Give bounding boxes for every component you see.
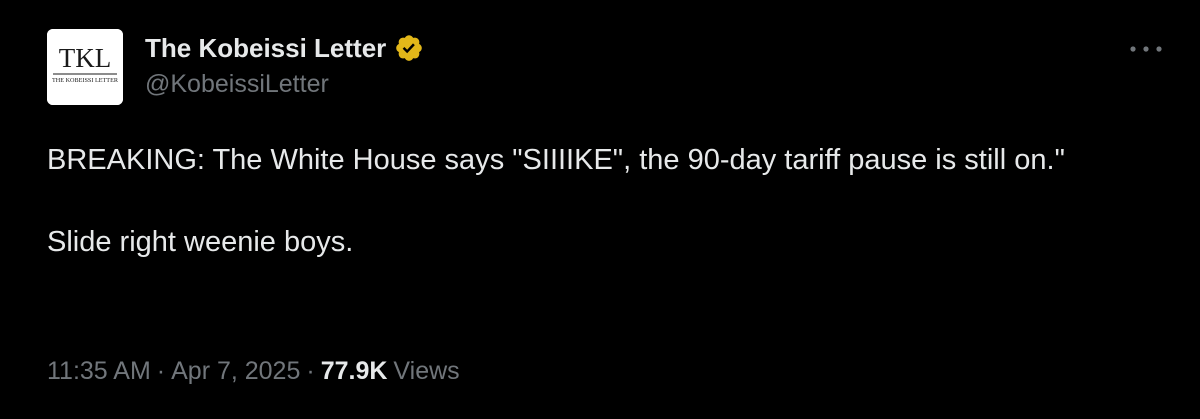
avatar[interactable]: TKL THE KOBEISSI LETTER [47, 29, 123, 105]
tweet-time[interactable]: 11:35 AM [47, 357, 151, 386]
tweet-paragraph: BREAKING: The White House says "SIIIIKE"… [47, 144, 1065, 176]
more-options-icon [1130, 46, 1162, 52]
avatar-monogram: TKL [59, 43, 111, 73]
meta-separator: · [306, 357, 315, 385]
author-block: The Kobeissi Letter @KobeissiLetter [145, 30, 424, 104]
meta-separator: · [156, 357, 166, 385]
tkl-logo-icon: TKL THE KOBEISSI LETTER [47, 29, 123, 105]
tweet-text: BREAKING: The White House says "SIIIIKE"… [47, 140, 1157, 263]
avatar-subtitle: THE KOBEISSI LETTER [52, 77, 119, 84]
verified-badge-icon[interactable] [394, 33, 424, 63]
display-name[interactable]: The Kobeissi Letter [145, 33, 386, 64]
name-row: The Kobeissi Letter [145, 30, 424, 66]
more-options-button[interactable] [1124, 34, 1168, 64]
tweet-paragraph: Slide right weenie boys. [47, 226, 354, 258]
tweet-meta: 11:35 AM · Apr 7, 2025 · 77.9K Views [47, 357, 460, 386]
user-handle[interactable]: @KobeissiLetter [145, 70, 424, 99]
views-count[interactable]: 77.9K [321, 357, 388, 386]
tweet-date[interactable]: Apr 7, 2025 [171, 357, 300, 386]
tweet-card: TKL THE KOBEISSI LETTER The Kobeissi Let… [0, 0, 1200, 419]
views-label[interactable]: Views [393, 357, 459, 386]
